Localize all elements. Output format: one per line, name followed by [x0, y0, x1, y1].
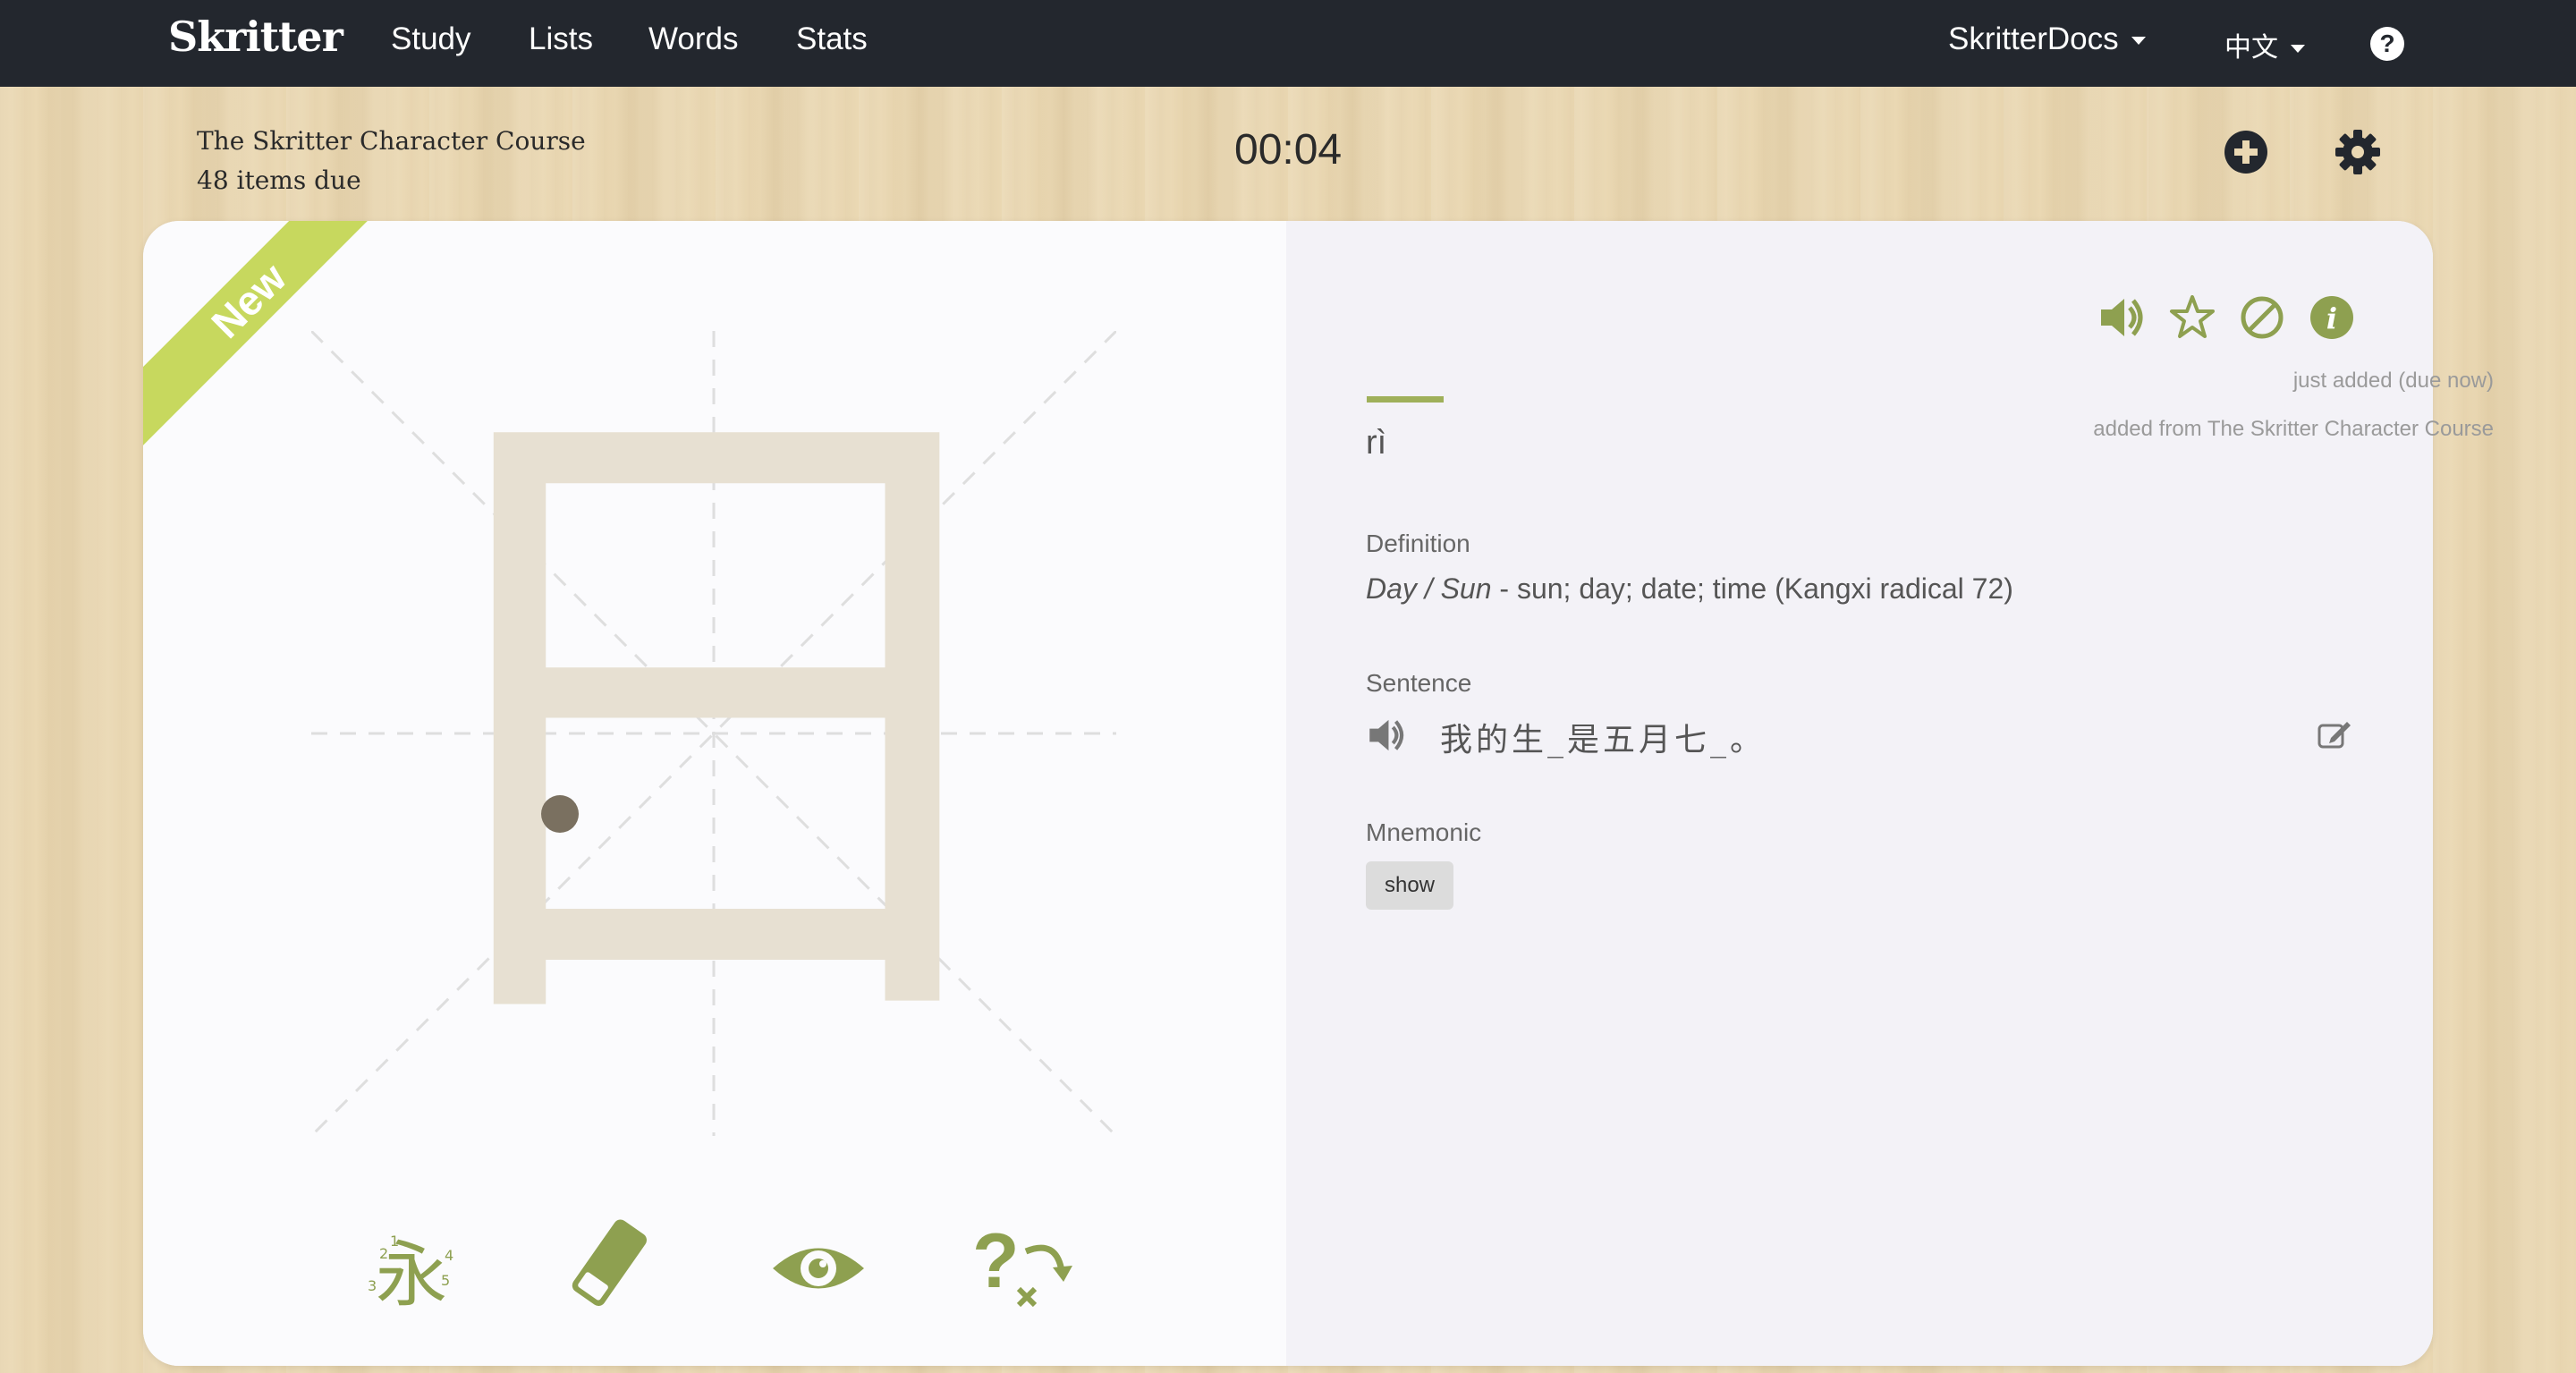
top-nav-bar: Skritter Study Lists Words Stats Skritte… [0, 0, 2576, 87]
definition-text: - sun; day; date; time (Kangxi radical 7… [1491, 572, 2013, 605]
study-timer: 00:04 [1234, 126, 1343, 174]
brand-logo[interactable]: Skritter [168, 13, 343, 61]
chevron-down-icon [2131, 37, 2146, 46]
svg-text:4: 4 [445, 1247, 453, 1264]
study-card: New 日 永 1 2 3 4 5 ? [143, 221, 2433, 1366]
svg-text:5: 5 [441, 1272, 450, 1289]
item-source: added from The Skritter Character Course [2093, 417, 2494, 441]
stroke-start-dot [541, 795, 579, 833]
svg-text:i: i [2326, 301, 2337, 335]
info-panel [1286, 221, 2433, 1366]
stroke-order-icon[interactable]: 永 1 2 3 4 5 [362, 1219, 461, 1312]
svg-text:?: ? [972, 1218, 1020, 1304]
star-icon[interactable] [2168, 293, 2216, 342]
sentence-speaker-icon[interactable] [1366, 716, 1407, 755]
nav-stats[interactable]: Stats [796, 21, 868, 57]
language-label: 中文 [2224, 32, 2278, 64]
definition: Day / Sun - sun; day; date; time (Kangxi… [1366, 572, 2013, 606]
help-icon[interactable]: ? [2370, 27, 2404, 61]
edit-icon[interactable] [2317, 718, 2352, 750]
language-menu[interactable]: 中文 [2224, 25, 2305, 64]
hint-skip-icon[interactable]: ? [970, 1216, 1078, 1314]
eraser-icon[interactable] [564, 1214, 653, 1312]
svg-text:3: 3 [368, 1277, 377, 1294]
speaker-icon[interactable] [2097, 293, 2146, 342]
accent-bar [1367, 396, 1444, 403]
nav-words[interactable]: Words [648, 21, 739, 57]
svg-text:2: 2 [379, 1245, 388, 1262]
ban-icon[interactable] [2238, 293, 2286, 342]
eye-icon[interactable] [769, 1239, 868, 1298]
account-menu[interactable]: SkritterDocs [1948, 21, 2146, 57]
item-status: just added (due now) [2292, 369, 2494, 393]
items-due: 48 items due [197, 165, 361, 195]
add-circle-icon[interactable] [2224, 130, 2268, 174]
session-info: The Skritter Character Course 48 items d… [197, 122, 586, 200]
definition-label: Definition [1366, 530, 1470, 557]
gear-icon[interactable] [2334, 129, 2381, 175]
info-icon[interactable]: i [2308, 293, 2356, 342]
nav-lists[interactable]: Lists [529, 21, 593, 57]
pinyin: rì [1366, 424, 1387, 462]
account-name: SkritterDocs [1948, 21, 2119, 56]
show-mnemonic-button[interactable]: show [1366, 861, 1453, 910]
svg-text:1: 1 [390, 1233, 399, 1250]
writing-canvas-panel: New 日 永 1 2 3 4 5 ? [143, 221, 1286, 1366]
chevron-down-icon [2291, 45, 2305, 53]
course-name: The Skritter Character Course [197, 126, 586, 156]
writing-canvas[interactable]: 日 [311, 331, 1116, 1136]
mnemonic-label: Mnemonic [1366, 818, 1482, 846]
sentence: 我的生_是五月七_。 [1440, 722, 1767, 759]
nav-study[interactable]: Study [391, 21, 471, 57]
definition-keyword: Day / Sun [1366, 572, 1492, 605]
sentence-label: Sentence [1366, 669, 1472, 697]
character-outline: 日 [374, 331, 1054, 1118]
